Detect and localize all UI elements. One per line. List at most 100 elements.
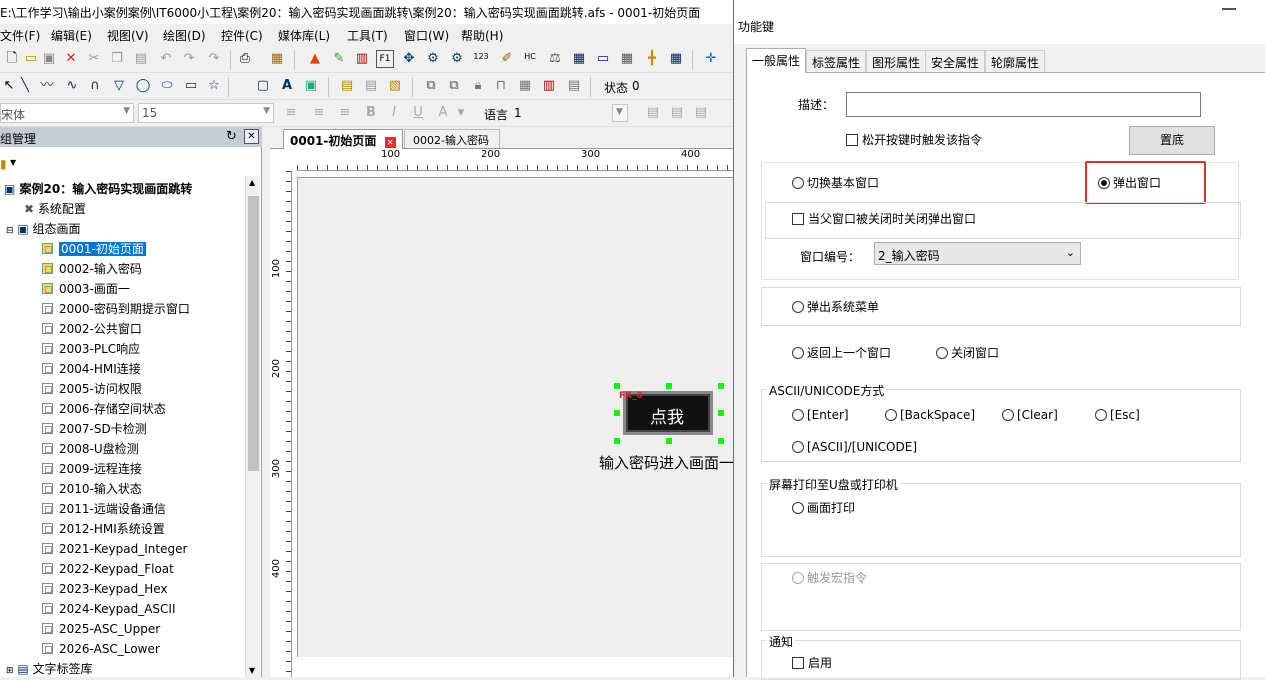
open-folder-icon[interactable]: ▭ bbox=[22, 50, 40, 68]
text-icon[interactable]: A bbox=[278, 77, 296, 95]
esc-radio[interactable]: [Esc] bbox=[1095, 407, 1140, 423]
menu-control[interactable]: 控件(C) bbox=[221, 27, 263, 44]
align-left-icon[interactable]: ≡ bbox=[282, 104, 300, 122]
font-size-select[interactable]: 15 ▼ bbox=[138, 103, 274, 123]
calendar-icon[interactable]: ▦ bbox=[667, 50, 685, 68]
tree-screen-item[interactable]: 0002-输入密码 bbox=[42, 259, 142, 279]
scrollbar-thumb[interactable] bbox=[248, 196, 259, 471]
return-prev-radio[interactable]: 返回上一个窗口 bbox=[792, 345, 891, 361]
close-window-radio[interactable]: 关闭窗口 bbox=[936, 345, 999, 361]
tree-screen-item[interactable]: 2012-HMI系统设置 bbox=[42, 519, 165, 539]
align-right-icon[interactable]: ≡ bbox=[336, 104, 354, 122]
resize-handle[interactable] bbox=[666, 438, 672, 444]
tree-screen-item[interactable]: 2025-ASC_Upper bbox=[42, 619, 160, 639]
tree-text-tags[interactable]: ⊞ ▤ 文字标签库 bbox=[6, 659, 93, 677]
slider-icon[interactable]: ╋ bbox=[643, 50, 661, 68]
tree-screens-group[interactable]: ⊟ ▣ 组态画面 bbox=[6, 219, 81, 239]
tree-screen-item[interactable]: 2003-PLC响应 bbox=[42, 339, 140, 359]
window-no-select[interactable]: 2_输入密码 ⌄ bbox=[874, 242, 1081, 265]
font-color-icon[interactable]: A bbox=[434, 104, 452, 122]
popup-menu-radio[interactable]: 弹出系统菜单 bbox=[792, 299, 879, 315]
function-key-icon[interactable]: F1 bbox=[376, 50, 394, 68]
hc-icon[interactable]: HC bbox=[521, 48, 539, 66]
folder-icon[interactable]: ▮ bbox=[0, 157, 7, 171]
multi-state-icon[interactable]: ✥ bbox=[400, 50, 418, 68]
polyline-icon[interactable]: 〰 bbox=[38, 77, 56, 95]
tab-security[interactable]: 安全属性 bbox=[925, 50, 986, 72]
desc-input[interactable] bbox=[846, 92, 1201, 117]
switch-window-radio[interactable]: 切换基本窗口 bbox=[792, 175, 879, 191]
menu-window[interactable]: 窗口(W) bbox=[404, 27, 449, 44]
paste-format-icon[interactable]: ▤ bbox=[668, 104, 686, 122]
align-icon[interactable]: ▤ bbox=[565, 77, 583, 95]
tree-screen-item[interactable]: 2005-访问权限 bbox=[42, 379, 142, 399]
tree-screen-item[interactable]: 2023-Keypad_Hex bbox=[42, 579, 168, 599]
tab-screen-0002[interactable]: 0002-输入密码 bbox=[404, 129, 500, 148]
tab-label-props[interactable]: 标签属性 bbox=[806, 50, 867, 72]
pen-icon[interactable]: ✐ bbox=[498, 50, 516, 68]
line-icon[interactable]: ╲ bbox=[16, 77, 34, 95]
resize-handle[interactable] bbox=[718, 410, 724, 416]
compile-icon[interactable]: ▦ bbox=[268, 50, 286, 68]
tree-screen-item[interactable]: 0003-画面一 bbox=[42, 279, 130, 299]
italic-icon[interactable]: I bbox=[385, 104, 403, 122]
expand-icon[interactable]: ⊞ bbox=[6, 666, 14, 676]
minimize-icon[interactable] bbox=[1222, 2, 1236, 10]
ungroup-icon[interactable]: ▤ bbox=[362, 77, 380, 95]
macro-radio[interactable]: 触发宏指令 bbox=[792, 570, 867, 586]
align-center-icon[interactable]: ≡ bbox=[310, 104, 328, 122]
unlock-icon[interactable]: ⊓ bbox=[492, 77, 510, 95]
tree-screen-item[interactable]: 2011-远端设备通信 bbox=[42, 499, 166, 519]
tree-screen-item[interactable]: 2010-输入状态 bbox=[42, 479, 142, 499]
resize-handle[interactable] bbox=[614, 410, 620, 416]
arc-icon[interactable]: ∩ bbox=[86, 77, 104, 95]
menu-media[interactable]: 媒体库(L) bbox=[278, 27, 330, 44]
window-icon[interactable]: ▭ bbox=[594, 50, 612, 68]
polygon-icon[interactable]: ▽ bbox=[110, 77, 128, 95]
expand-icon[interactable]: ⊟ bbox=[6, 226, 14, 236]
resize-handle[interactable] bbox=[614, 383, 620, 389]
copy-format-icon[interactable]: ▤ bbox=[644, 104, 662, 122]
tree-screen-item[interactable]: 2008-U盘检测 bbox=[42, 439, 139, 459]
paste-icon[interactable]: ▤ bbox=[132, 50, 150, 68]
bring-front-icon[interactable]: ⧉ bbox=[422, 77, 440, 95]
tree-screen-item[interactable]: 2021-Keypad_Integer bbox=[42, 539, 187, 559]
resize-handle[interactable] bbox=[666, 383, 672, 389]
chevron-down-icon[interactable]: ▼ bbox=[123, 106, 130, 116]
menu-draw[interactable]: 绘图(D) bbox=[163, 27, 206, 44]
send-back-icon[interactable]: ⧉ bbox=[445, 77, 463, 95]
rectangle-icon[interactable]: ▭ bbox=[182, 77, 200, 95]
scale-icon[interactable]: ⚖ bbox=[546, 50, 564, 68]
align-objects-icon[interactable]: ▤ bbox=[692, 104, 710, 122]
scroll-up-icon[interactable]: ▲ bbox=[249, 178, 255, 187]
table-icon[interactable]: ▦ bbox=[570, 50, 588, 68]
bold-icon[interactable]: B bbox=[362, 104, 380, 122]
resize-handle[interactable] bbox=[614, 438, 620, 444]
clear-radio[interactable]: [Clear] bbox=[1002, 407, 1058, 423]
lamp-icon[interactable]: ▲ bbox=[306, 50, 324, 68]
grid-snap-icon[interactable]: ▦ bbox=[516, 77, 534, 95]
enter-radio[interactable]: [Enter] bbox=[792, 407, 849, 423]
undo-icon[interactable]: ↶ bbox=[157, 50, 175, 68]
tree-screen-item[interactable]: 2007-SD卡检测 bbox=[42, 419, 147, 439]
tab-screen-0001[interactable]: 0001-初始页面 ✕ bbox=[283, 129, 403, 149]
menu-edit[interactable]: 编辑(E) bbox=[51, 27, 92, 44]
close-icon[interactable]: ✕ bbox=[244, 129, 259, 144]
underline-icon[interactable]: U bbox=[409, 104, 427, 122]
save-icon[interactable]: ▣ bbox=[40, 50, 58, 68]
ascii-unicode-radio[interactable]: [ASCII]/[UNICODE] bbox=[792, 439, 917, 455]
state-value[interactable]: 0 bbox=[632, 79, 640, 93]
resize-handle[interactable] bbox=[718, 438, 724, 444]
picture-icon[interactable]: ▣ bbox=[302, 77, 320, 95]
chevron-down-icon[interactable]: ▼ bbox=[10, 158, 16, 167]
menu-tools[interactable]: 工具(T) bbox=[347, 27, 388, 44]
close-tab-icon[interactable]: ✕ bbox=[384, 137, 396, 148]
cut-icon[interactable]: ✂ bbox=[85, 50, 103, 68]
close-popup-checkbox[interactable]: 当父窗口被关闭时关闭弹出窗口 bbox=[792, 211, 976, 227]
bit-switch-icon[interactable]: ✎ bbox=[330, 50, 348, 68]
tree-project[interactable]: ▣ 案例20：输入密码实现画面跳转 bbox=[4, 179, 192, 199]
circle-icon[interactable]: ◯ bbox=[134, 77, 152, 95]
chevron-down-icon[interactable]: ▼ bbox=[263, 106, 270, 116]
group-icon[interactable]: ▤ bbox=[338, 77, 356, 95]
redo-alt-icon[interactable]: ↷ bbox=[205, 50, 223, 68]
